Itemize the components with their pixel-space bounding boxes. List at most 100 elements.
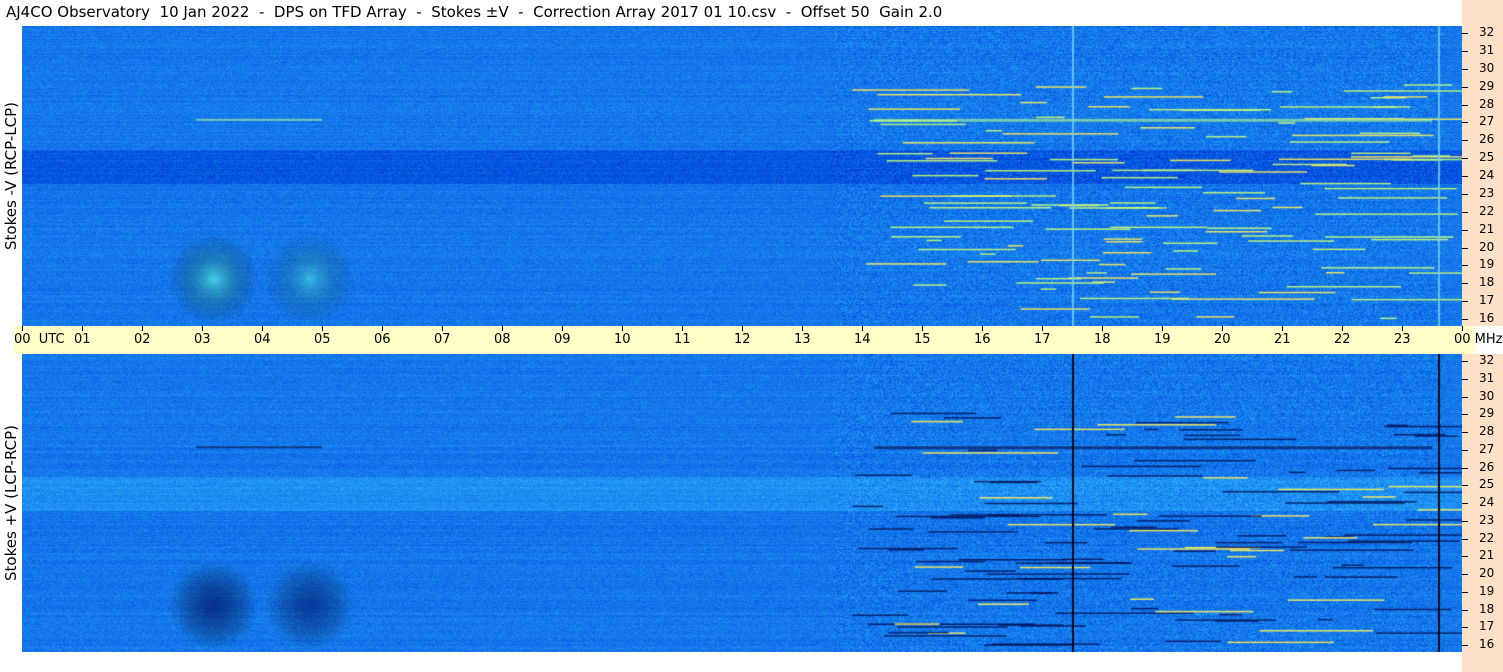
- time-tick-label: 01: [74, 332, 91, 347]
- time-tick-mark: [22, 326, 23, 331]
- time-tick-label: 02: [134, 332, 151, 347]
- bottom-margin: [0, 652, 1462, 672]
- spectrogram-bottom-canvas: [22, 354, 1462, 652]
- top-panel-ylabel: Stokes -V (RCP-LCP): [0, 26, 22, 326]
- frequency-tick-mark: [1462, 68, 1468, 70]
- time-tick-mark: [82, 326, 83, 331]
- frequency-axis-bottom: 32 31 30 29 28 27 26 25 24 23 22 21 20 19 18 17 16: [1462, 353, 1503, 672]
- frequency-tick-mark: [1462, 396, 1468, 398]
- time-tick-label: 22: [1334, 332, 1351, 347]
- frequency-tick-mark: [1462, 229, 1468, 231]
- time-tick-mark: [1222, 326, 1223, 331]
- frequency-tick-label: 18: [1479, 601, 1495, 616]
- time-tick-mark: [622, 326, 623, 331]
- frequency-tick-label: 28: [1479, 96, 1495, 111]
- frequency-tick-mark: [1462, 33, 1468, 34]
- time-tick-label: 10: [614, 332, 631, 347]
- time-tick-label: 15: [914, 332, 931, 347]
- frequency-tick-mark: [1462, 485, 1468, 487]
- frequency-tick-mark: [1462, 378, 1468, 380]
- time-tick-label: 09: [554, 332, 571, 347]
- time-tick-label: 17: [1034, 332, 1051, 347]
- frequency-tick-mark: [1462, 211, 1468, 213]
- time-tick-label: 04: [254, 332, 271, 347]
- frequency-tick-mark: [1462, 556, 1468, 558]
- time-axis: 00 UTC 01 02 03 04 05 06 07 08 09 10 11 12 13 14 15 16 17…: [14, 326, 1503, 354]
- time-tick-label: 16: [974, 332, 991, 347]
- frequency-tick-label: 16: [1479, 311, 1495, 325]
- frequency-tick-label: 29: [1479, 78, 1495, 93]
- spectrogram-top-canvas: [22, 26, 1462, 326]
- frequency-tick-mark: [1462, 574, 1468, 575]
- frequency-tick-label: 22: [1479, 203, 1495, 218]
- frequency-tick-label: 17: [1479, 293, 1495, 308]
- frequency-tick-label: 19: [1479, 583, 1495, 598]
- time-tick-mark: [262, 326, 263, 331]
- frequency-tick-label: 32: [1479, 25, 1495, 39]
- frequency-tick-label: 27: [1479, 441, 1495, 456]
- time-tick-mark: [1042, 326, 1043, 331]
- bottom-ylabel-text: Stokes +V (LCP-RCP): [2, 425, 20, 581]
- frequency-tick-label: 31: [1479, 370, 1495, 385]
- frequency-tick-mark: [1462, 449, 1468, 451]
- time-tick-label: 11: [674, 332, 691, 347]
- top-ylabel-text: Stokes -V (RCP-LCP): [2, 102, 20, 250]
- frequency-tick-mark: [1462, 158, 1468, 160]
- frequency-tick-mark: [1462, 609, 1468, 611]
- spectrogram-top-panel: [22, 26, 1462, 326]
- frequency-tick-label: 31: [1479, 42, 1495, 57]
- frequency-tick-mark: [1462, 301, 1468, 303]
- time-tick-label: 00 UTC: [14, 332, 65, 347]
- frequency-tick-mark: [1462, 247, 1468, 249]
- frequency-tick-mark: [1462, 627, 1468, 629]
- time-tick-mark: [1342, 326, 1343, 331]
- time-tick-mark: [502, 326, 503, 331]
- frequency-tick-label: 25: [1479, 477, 1495, 492]
- time-tick-label: 20: [1214, 332, 1231, 347]
- frequency-tick-label: 18: [1479, 275, 1495, 290]
- frequency-tick-label: 16: [1479, 637, 1495, 651]
- time-tick-label: 08: [494, 332, 511, 347]
- frequency-tick-mark: [1462, 414, 1468, 416]
- time-tick-mark: [1282, 326, 1283, 331]
- frequency-axis-top: 32 31 30 29 28 27 26 25 24 23 22 21 20 19 18 17 16: [1462, 0, 1503, 326]
- frequency-tick-mark: [1462, 50, 1468, 52]
- time-tick-mark: [982, 326, 983, 331]
- time-tick-label: 07: [434, 332, 451, 347]
- frequency-tick-label: 24: [1479, 495, 1495, 509]
- chart-title: AJ4CO Observatory 10 Jan 2022 - DPS on T…: [6, 3, 943, 21]
- frequency-tick-label: 28: [1479, 424, 1495, 438]
- frequency-tick-mark: [1462, 432, 1468, 433]
- bottom-panel-ylabel: Stokes +V (LCP-RCP): [0, 354, 22, 652]
- frequency-tick-label: 30: [1479, 60, 1495, 75]
- time-tick-mark: [862, 326, 863, 331]
- frequency-tick-label: 21: [1479, 221, 1495, 236]
- time-tick-mark: [1462, 326, 1463, 331]
- time-tick-mark: [322, 326, 323, 331]
- frequency-tick-label: 20: [1479, 239, 1495, 254]
- frequency-tick-mark: [1462, 645, 1468, 646]
- frequency-tick-mark: [1462, 122, 1468, 124]
- time-tick-label: 03: [194, 332, 211, 347]
- time-tick-label: 05: [314, 332, 331, 347]
- frequency-tick-mark: [1462, 520, 1468, 522]
- frequency-tick-label: 30: [1479, 388, 1495, 403]
- frequency-tick-mark: [1462, 503, 1468, 504]
- frequency-tick-label: 32: [1479, 353, 1495, 367]
- time-tick-mark: [682, 326, 683, 331]
- time-tick-mark: [562, 326, 563, 331]
- time-tick-label: 21: [1274, 332, 1291, 347]
- frequency-tick-mark: [1462, 193, 1468, 195]
- time-tick-label: 18: [1094, 332, 1111, 347]
- time-tick-label: 14: [854, 332, 871, 347]
- frequency-tick-label: 27: [1479, 114, 1495, 129]
- time-tick-label: 19: [1154, 332, 1171, 347]
- frequency-tick-mark: [1462, 467, 1468, 469]
- time-tick-mark: [382, 326, 383, 331]
- frequency-tick-mark: [1462, 265, 1468, 267]
- frequency-tick-label: 17: [1479, 619, 1495, 634]
- spectrogram-bottom-panel: [22, 354, 1462, 652]
- time-tick-mark: [1162, 326, 1163, 331]
- frequency-tick-label: 24: [1479, 168, 1495, 182]
- frequency-tick-mark: [1462, 538, 1468, 540]
